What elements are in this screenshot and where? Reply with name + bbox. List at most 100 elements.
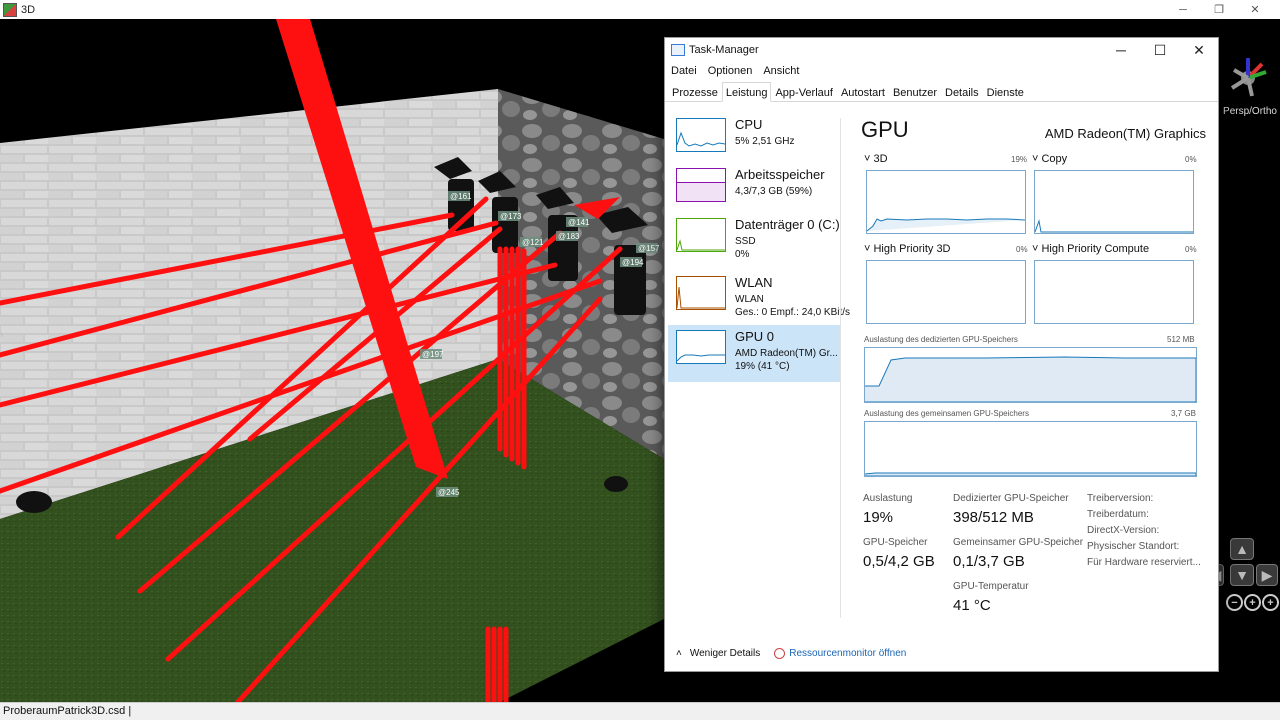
dedicated-memory-label: Dedizierter GPU-Speicher <box>953 493 1069 504</box>
scene-label: @194 <box>620 257 644 267</box>
svg-text:@183: @183 <box>558 232 580 241</box>
statusbar: ProberaumPatrick3D.csd | <box>0 702 1280 720</box>
expand-panel-handle[interactable]: › <box>0 329 6 343</box>
scene-label: @157 <box>636 243 660 253</box>
status-filename: ProberaumPatrick3D.csd | <box>3 705 132 717</box>
resource-sub2: 0% <box>735 249 750 260</box>
resource-name: CPU <box>735 117 763 132</box>
graph-hpc-dropdown[interactable]: ˅ High Priority Compute <box>1032 243 1149 255</box>
disk-sparkline <box>676 218 726 252</box>
utilization-value: 19% <box>863 509 894 526</box>
wlan-sparkline <box>676 276 726 310</box>
gpu-model-name: AMD Radeon(TM) Graphics <box>1044 126 1206 141</box>
graph-high-priority-compute <box>1034 260 1194 324</box>
menu-ansicht[interactable]: Ansicht <box>763 65 799 77</box>
resource-disk[interactable]: Datenträger 0 (C:) SSD 0% <box>668 213 840 270</box>
tab-benutzer[interactable]: Benutzer <box>889 82 941 101</box>
svg-text:@194: @194 <box>622 258 644 267</box>
physical-location-label: Physischer Standort: <box>1087 541 1180 552</box>
scene-label: @161 <box>448 191 472 201</box>
utilization-label: Auslastung <box>863 493 913 504</box>
graph-dedicated-memory <box>864 347 1197 403</box>
cpu-sparkline <box>676 118 726 152</box>
svg-text:@245: @245 <box>438 488 460 497</box>
gpu-memory-value: 0,5/4,2 GB <box>863 553 935 570</box>
tab-leistung[interactable]: Leistung <box>721 82 772 102</box>
tm-tabs: Prozesse Leistung App-Verlauf Autostart … <box>665 82 1218 102</box>
shared-mem-label: Auslastung des gemeinsamen GPU-Speichers <box>864 409 1029 418</box>
zoom-reset-icon[interactable]: + <box>1244 594 1261 611</box>
zoom-in-icon[interactable]: + <box>1262 594 1279 611</box>
tab-details[interactable]: Details <box>941 82 983 101</box>
tm-titlebar: Task-Manager ─ ☐ ✕ <box>665 38 1218 62</box>
scene-label: @121 <box>520 237 544 247</box>
axis-gizmo-icon <box>1230 58 1267 97</box>
scene-label: @183 <box>556 231 580 241</box>
app-logo-icon <box>3 2 17 17</box>
graph-copy-dropdown[interactable]: ˅ Copy <box>1032 153 1067 165</box>
resource-cpu[interactable]: CPU 5% 2,51 GHz <box>668 113 840 170</box>
directx-version-label: DirectX-Version: <box>1087 525 1160 536</box>
scene-label: @173 <box>498 211 522 221</box>
resource-gpu[interactable]: GPU 0 AMD Radeon(TM) Gr... 19% (41 °C) <box>668 325 840 382</box>
tm-maximize-button[interactable]: ☐ <box>1140 38 1180 62</box>
persp-ortho-toggle[interactable]: Persp/Ortho <box>1222 48 1278 120</box>
open-resource-monitor-link[interactable]: Ressourcenmonitor öffnen <box>789 648 906 659</box>
gpu-detail-panel: GPU AMD Radeon(TM) Graphics ˅ 3D 19% ˅ C… <box>861 113 1206 633</box>
fewer-details-button[interactable]: Weniger Details <box>690 648 760 659</box>
chevron-up-icon[interactable]: ˄ <box>676 648 682 659</box>
task-manager-window: Task-Manager ─ ☐ ✕ Datei Optionen Ansich… <box>664 37 1219 672</box>
app-title: 3D <box>21 3 36 16</box>
dedicated-memory-value: 398/512 MB <box>953 509 1034 526</box>
maximize-button[interactable]: ❐ <box>1202 0 1236 19</box>
tab-app-verlauf[interactable]: App-Verlauf <box>771 82 836 101</box>
graph-3d-pct: 19% <box>1011 155 1028 164</box>
scene-label: @141 <box>566 217 590 227</box>
menu-optionen[interactable]: Optionen <box>708 65 753 77</box>
scene-label: @197 <box>420 349 444 359</box>
shared-memory-value: 0,1/3,7 GB <box>953 553 1025 570</box>
graph-hp3d-dropdown[interactable]: ˅ High Priority 3D <box>864 243 951 255</box>
zoom-out-icon[interactable]: − <box>1226 594 1243 611</box>
resource-sub: 5% 2,51 GHz <box>735 136 795 147</box>
tab-prozesse[interactable]: Prozesse <box>668 82 722 101</box>
svg-text:@197: @197 <box>422 350 444 359</box>
navigation-pad: ▲ ◀ ▼ ▶ − + + <box>1208 536 1280 616</box>
resource-memory[interactable]: Arbeitsspeicher 4,3/7,3 GB (59%) <box>668 163 840 220</box>
panel-divider[interactable] <box>840 118 841 618</box>
arrow-up-icon[interactable]: ▲ <box>1230 538 1254 560</box>
shared-memory-label: Gemeinsamer GPU-Speicher <box>953 537 1084 548</box>
graph-copy <box>1034 170 1194 234</box>
svg-text:@161: @161 <box>450 192 472 201</box>
tm-minimize-button[interactable]: ─ <box>1101 38 1141 62</box>
svg-text:@141: @141 <box>568 218 590 227</box>
graph-hpc-pct: 0% <box>1185 245 1197 254</box>
close-button[interactable]: ✕ <box>1238 0 1272 19</box>
gpu-temp-label: GPU-Temperatur <box>953 581 1029 592</box>
tm-menubar: Datei Optionen Ansicht <box>665 62 1218 80</box>
tab-autostart[interactable]: Autostart <box>837 82 889 101</box>
tab-dienste[interactable]: Dienste <box>983 82 1028 101</box>
resource-wlan[interactable]: WLAN WLAN Ges.: 0 Empf.: 24,0 KBit/s <box>668 271 850 328</box>
tm-close-button[interactable]: ✕ <box>1179 38 1219 62</box>
driver-date-label: Treiberdatum: <box>1087 509 1149 520</box>
graph-3d-dropdown[interactable]: ˅ 3D <box>864 153 888 165</box>
resource-name: GPU 0 <box>735 329 775 344</box>
persp-ortho-label: Persp/Ortho <box>1223 106 1277 117</box>
tm-title: Task-Manager <box>689 44 759 56</box>
svg-text:@157: @157 <box>638 244 660 253</box>
graph-high-priority-3d <box>866 260 1026 324</box>
hardware-reserved-label: Für Hardware reserviert... <box>1087 557 1201 568</box>
menu-datei[interactable]: Datei <box>671 65 697 77</box>
minimize-button[interactable]: ─ <box>1166 0 1200 19</box>
resource-sub: 4,3/7,3 GB (59%) <box>735 186 813 197</box>
resource-sub: WLAN <box>735 294 764 305</box>
arrow-right-icon[interactable]: ▶ <box>1256 564 1278 586</box>
gpu-temp-value: 41 °C <box>953 597 991 614</box>
driver-version-label: Treiberversion: <box>1087 493 1154 504</box>
graph-hp3d-pct: 0% <box>1016 245 1028 254</box>
resource-name: Datenträger 0 (C:) <box>735 217 840 232</box>
graph-copy-pct: 0% <box>1185 155 1197 164</box>
resource-name: Arbeitsspeicher <box>735 167 825 182</box>
arrow-down-icon[interactable]: ▼ <box>1230 564 1254 586</box>
